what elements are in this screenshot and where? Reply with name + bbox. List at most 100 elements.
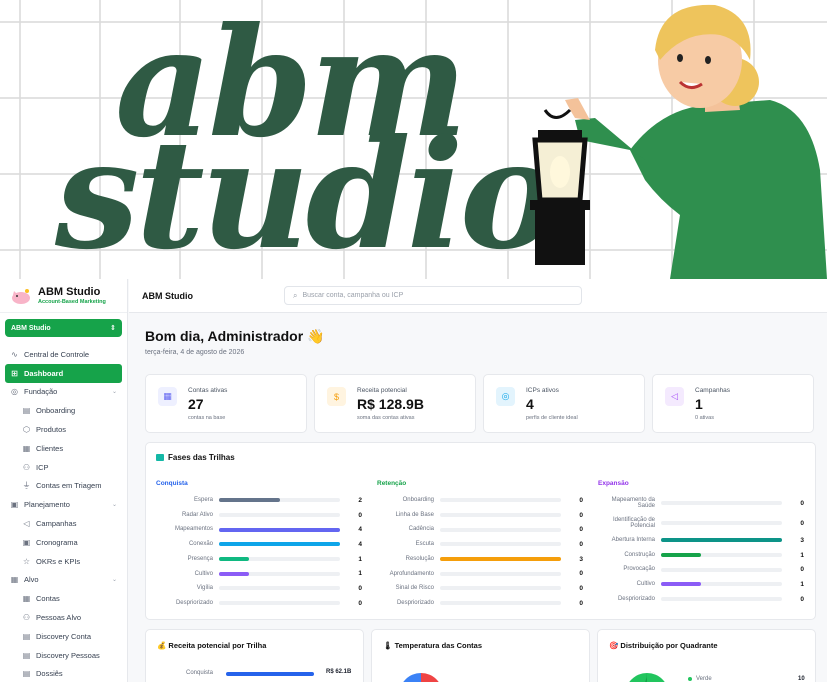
sidebar-item-pessoas-alvo[interactable]: ⚇ Pessoas Alvo xyxy=(0,608,127,627)
sidebar-item-discovery-conta[interactable]: ▤ Discovery Conta xyxy=(0,627,127,646)
sidebar-item-label: Clientes xyxy=(36,443,64,453)
workspace-selector[interactable]: ABM Studio ⇕ xyxy=(5,319,122,337)
phase-bar-track xyxy=(219,513,340,518)
star-icon: ☆ xyxy=(22,556,31,566)
phase-row: Espera 2 xyxy=(156,493,366,508)
chevron-down-icon: ⌄ xyxy=(111,577,117,584)
sidebar-item-cronograma[interactable]: ▣ Cronograma xyxy=(0,533,127,552)
stat-subtext: contas na base xyxy=(188,415,226,421)
chevron-down-icon: ⌄ xyxy=(111,502,117,509)
users-icon: ⚇ xyxy=(22,462,31,472)
phase-row: Conexão 4 xyxy=(156,537,366,552)
phase-row-label: Escuta xyxy=(415,541,434,548)
phase-row-label: Linha de Base xyxy=(395,511,434,518)
sidebar-item-icp[interactable]: ⚇ ICP xyxy=(0,458,127,477)
chart-icon xyxy=(156,454,164,461)
workspace-label: ABM Studio xyxy=(11,324,51,332)
sidebar-item-label: Pessoas Alvo xyxy=(36,613,82,623)
brand[interactable]: ABM Studio Account-Based Marketing xyxy=(0,279,127,313)
phase-bar-track xyxy=(219,586,340,591)
grid-icon: ⊞ xyxy=(11,368,18,378)
phase-row-label: Despriorizado xyxy=(175,599,213,606)
phase-bar-track xyxy=(219,498,340,503)
woman-with-lantern-illustration xyxy=(530,4,827,279)
phase-row: Resolução 3 xyxy=(377,552,587,567)
phase-row-value: 3 xyxy=(800,536,804,544)
chart-card-2: 🎯 Distribuição por Quadrante Verde 10 xyxy=(597,629,816,682)
sidebar: ABM Studio Account-Based Marketing ABM S… xyxy=(0,279,128,682)
phase-row-value: 0 xyxy=(579,496,583,504)
sidebar-item-discovery-pessoas[interactable]: ▤ Discovery Pessoas xyxy=(0,646,127,665)
phase-row: Radar Ativo 0 xyxy=(156,508,366,523)
phase-row-value: 1 xyxy=(800,551,804,559)
phase-column-0: Conquista Espera 2 Radar Ativo 0 Mapeame… xyxy=(156,480,366,611)
sidebar-item-contas-em-triagem[interactable]: ⏚ Contas em Triagem xyxy=(0,477,127,496)
phase-row-label: Sinal de Risco xyxy=(395,585,434,592)
topbar-title: ABM Studio xyxy=(142,290,193,301)
phase-row-label: Cultivo xyxy=(636,581,655,588)
phase-bar-track xyxy=(219,601,340,606)
lantern-icon xyxy=(530,108,590,265)
doc-icon: ▤ xyxy=(22,650,31,660)
sidebar-item-dossiês[interactable]: ▤ Dossiês xyxy=(0,665,127,682)
sidebar-item-label: Fundação xyxy=(24,387,58,397)
sidebar-item-onboarding[interactable]: ▤ Onboarding xyxy=(0,401,127,420)
sidebar-item-label: OKRs e KPIs xyxy=(36,556,81,566)
megaphone-icon: ◁ xyxy=(665,387,684,406)
sidebar-item-label: Discovery Conta xyxy=(36,631,92,641)
phase-row-value: 0 xyxy=(579,584,583,592)
phase-row: Despriorizado 0 xyxy=(156,596,366,611)
stat-label: ICPs ativos xyxy=(526,387,559,394)
legend-item: Verde xyxy=(688,676,712,682)
sidebar-item-fundação[interactable]: ◎ Fundação ⌄ xyxy=(0,383,127,402)
sidebar-item-alvo[interactable]: ▦ Alvo ⌄ xyxy=(0,571,127,590)
stat-card-1: $ Receita potencial R$ 128.9B soma das c… xyxy=(314,374,476,433)
phase-row-value: 0 xyxy=(579,511,583,519)
pig-logo-icon xyxy=(12,288,30,304)
sidebar-item-central-de-controle[interactable]: ∿ Central de Controle xyxy=(0,345,127,364)
sidebar-item-okrs-e-kpis[interactable]: ☆ OKRs e KPIs xyxy=(0,552,127,571)
stat-subtext: perfis de cliente ideal xyxy=(526,415,578,421)
phase-row: Escuta 0 xyxy=(377,537,587,552)
search-icon: ⌕ xyxy=(293,290,298,300)
hero-banner: abm studio xyxy=(0,0,827,279)
phase-bar-track xyxy=(661,567,782,572)
sidebar-item-dashboard[interactable]: ⊞ Dashboard xyxy=(5,363,122,383)
dollar-icon: $ xyxy=(327,387,346,406)
phase-bar-track xyxy=(440,586,561,591)
chevron-updown-icon: ⇕ xyxy=(110,325,116,332)
sidebar-item-planejamento[interactable]: ▣ Planejamento ⌄ xyxy=(0,495,127,514)
calendar-icon: ▣ xyxy=(22,537,31,547)
phases-title: Fases das Trilhas xyxy=(156,453,235,462)
phase-bar-fill xyxy=(219,571,250,576)
phase-row-value: 1 xyxy=(358,555,362,563)
stat-card-3: ◁ Campanhas 1 0 ativas xyxy=(652,374,814,433)
phase-row-label: Construção xyxy=(624,551,655,558)
calendar-icon: ▣ xyxy=(10,500,19,510)
brand-title: ABM Studio xyxy=(38,286,101,298)
phase-row-label: Despriorizado xyxy=(396,599,434,606)
stat-value: R$ 128.9B xyxy=(357,396,424,412)
phase-bar-fill xyxy=(440,557,561,562)
phase-row: Cultivo 1 xyxy=(598,577,808,592)
phase-bar-fill xyxy=(661,582,702,587)
phase-bar-track xyxy=(219,527,340,532)
sidebar-item-clientes[interactable]: ▦ Clientes xyxy=(0,439,127,458)
chart-card-title: 💰 Receita potencial por Trilha xyxy=(157,641,267,650)
phase-row-value: 1 xyxy=(800,580,804,588)
stat-value: 27 xyxy=(188,396,204,412)
revenue-row-value: R$ 62.1B xyxy=(326,669,352,675)
sidebar-item-produtos[interactable]: ⬡ Produtos xyxy=(0,420,127,439)
phase-bar-track xyxy=(440,527,561,532)
sidebar-item-label: Alvo xyxy=(24,575,39,585)
search-input[interactable]: ⌕ Buscar conta, campanha ou ICP xyxy=(284,286,582,305)
sidebar-item-campanhas[interactable]: ◁ Campanhas xyxy=(0,514,127,533)
phase-row-value: 2 xyxy=(358,496,362,504)
phase-row-value: 0 xyxy=(800,499,804,507)
sidebar-item-contas[interactable]: ▦ Contas xyxy=(0,589,127,608)
sidebar-item-label: Planejamento xyxy=(24,500,70,510)
phase-row-label: Resolução xyxy=(405,555,434,562)
logo-studio-text: studio xyxy=(55,107,560,279)
phase-bar-track xyxy=(661,521,782,525)
box-icon: ⬡ xyxy=(23,425,30,435)
